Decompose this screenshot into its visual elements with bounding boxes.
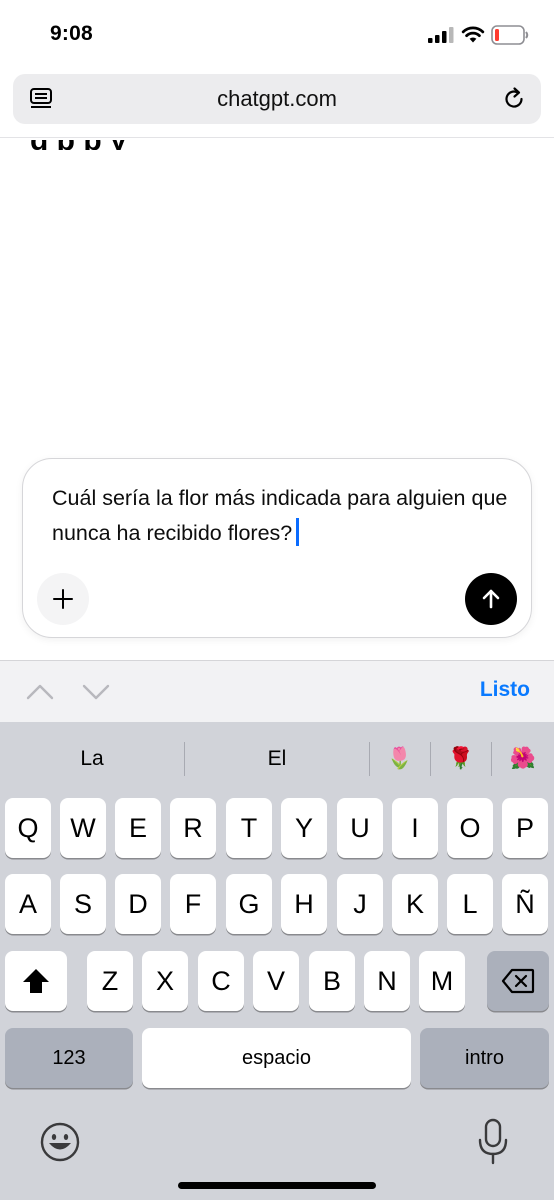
key-m[interactable]: M bbox=[419, 951, 465, 1011]
key-s[interactable]: S bbox=[60, 874, 106, 934]
rose-emoji-suggestion[interactable]: 🌹 bbox=[431, 736, 491, 782]
suggestion-item[interactable]: La bbox=[0, 736, 184, 782]
key-k[interactable]: K bbox=[392, 874, 438, 934]
key-j[interactable]: J bbox=[337, 874, 383, 934]
status-time: 9:08 bbox=[50, 22, 93, 45]
microphone-icon[interactable] bbox=[476, 1118, 510, 1166]
message-composer[interactable]: Cuál sería la flor más indicada para alg… bbox=[22, 458, 532, 638]
key-g[interactable]: G bbox=[226, 874, 272, 934]
reload-icon[interactable] bbox=[501, 86, 527, 112]
battery-icon bbox=[491, 25, 529, 45]
suggestion-bar: La El 🌷 🌹 🌺 bbox=[0, 736, 554, 782]
key-e[interactable]: E bbox=[115, 798, 161, 858]
keyboard: La El 🌷 🌹 🌺 Q W E R T Y U I O P A S D F … bbox=[0, 722, 554, 1200]
delete-key[interactable] bbox=[487, 951, 549, 1011]
text-caret bbox=[296, 518, 299, 546]
backspace-icon bbox=[501, 968, 535, 994]
wifi-icon bbox=[461, 26, 485, 43]
key-w[interactable]: W bbox=[60, 798, 106, 858]
attach-button[interactable] bbox=[37, 573, 89, 625]
key-y[interactable]: Y bbox=[281, 798, 327, 858]
key-n[interactable]: N bbox=[364, 951, 410, 1011]
key-x[interactable]: X bbox=[142, 951, 188, 1011]
arrow-up-icon bbox=[482, 589, 500, 609]
key-r[interactable]: R bbox=[170, 798, 216, 858]
return-key[interactable]: intro bbox=[420, 1028, 549, 1088]
form-accessory-bar: Listo bbox=[0, 660, 554, 722]
key-enye[interactable]: Ñ bbox=[502, 874, 548, 934]
chevron-down-icon[interactable] bbox=[82, 681, 110, 703]
url-text[interactable]: chatgpt.com bbox=[13, 86, 541, 112]
cellular-signal-icon bbox=[428, 27, 454, 43]
message-input[interactable]: Cuál sería la flor más indicada para alg… bbox=[52, 481, 512, 551]
numbers-key[interactable]: 123 bbox=[5, 1028, 133, 1088]
key-c[interactable]: C bbox=[198, 951, 244, 1011]
space-key[interactable]: espacio bbox=[142, 1028, 411, 1088]
key-q[interactable]: Q bbox=[5, 798, 51, 858]
shift-icon bbox=[23, 969, 49, 993]
key-u[interactable]: U bbox=[337, 798, 383, 858]
key-a[interactable]: A bbox=[5, 874, 51, 934]
chevron-up-icon[interactable] bbox=[26, 681, 54, 703]
emoji-icon[interactable] bbox=[38, 1120, 82, 1164]
key-v[interactable]: V bbox=[253, 951, 299, 1011]
key-b[interactable]: B bbox=[309, 951, 355, 1011]
home-indicator bbox=[178, 1182, 376, 1189]
done-button[interactable]: Listo bbox=[480, 678, 530, 702]
tulip-emoji-suggestion[interactable]: 🌷 bbox=[370, 736, 430, 782]
previous-message-clipped: g p p y bbox=[30, 140, 530, 150]
shift-key[interactable] bbox=[5, 951, 67, 1011]
status-bar: 9:08 bbox=[0, 0, 554, 70]
key-p[interactable]: P bbox=[502, 798, 548, 858]
key-o[interactable]: O bbox=[447, 798, 493, 858]
key-l[interactable]: L bbox=[447, 874, 493, 934]
plus-icon bbox=[53, 589, 73, 609]
key-z[interactable]: Z bbox=[87, 951, 133, 1011]
key-i[interactable]: I bbox=[392, 798, 438, 858]
key-f[interactable]: F bbox=[170, 874, 216, 934]
key-t[interactable]: T bbox=[226, 798, 272, 858]
suggestion-item[interactable]: El bbox=[185, 736, 369, 782]
header-divider bbox=[0, 137, 554, 138]
send-button[interactable] bbox=[465, 573, 517, 625]
address-bar[interactable]: chatgpt.com bbox=[13, 74, 541, 124]
hibiscus-emoji-suggestion[interactable]: 🌺 bbox=[492, 736, 554, 782]
key-d[interactable]: D bbox=[115, 874, 161, 934]
key-h[interactable]: H bbox=[281, 874, 327, 934]
